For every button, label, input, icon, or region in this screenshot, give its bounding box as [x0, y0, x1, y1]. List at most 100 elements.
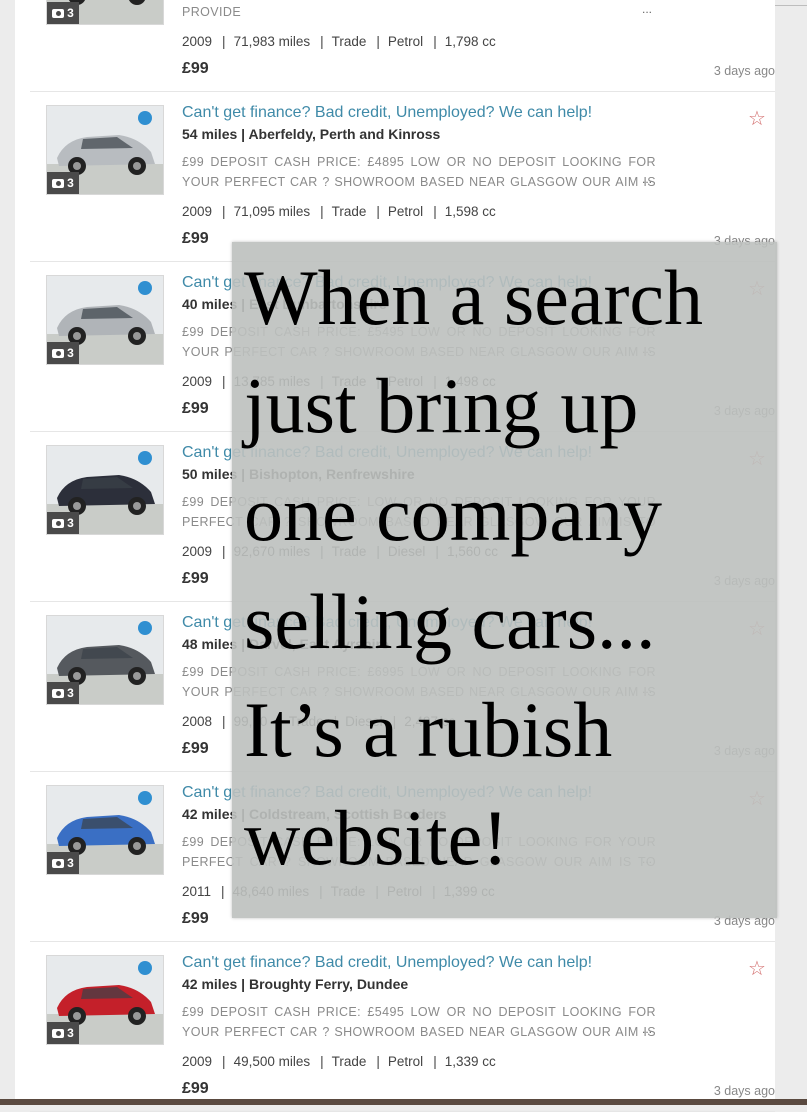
- spec-seller: Trade: [331, 204, 367, 219]
- spec-fuel: Petrol: [387, 1054, 424, 1069]
- spec-separator: |: [376, 204, 380, 219]
- camera-icon: [52, 348, 65, 358]
- favourite-star-icon[interactable]: ☆: [748, 956, 766, 981]
- photo-count-badge: 3: [47, 342, 79, 364]
- car-thumbnail[interactable]: 3: [46, 275, 164, 365]
- spec-separator: |: [376, 1054, 380, 1069]
- more-ellipsis: ...: [642, 2, 653, 16]
- listing-location: 42 miles | Broughty Ferry, Dundee: [182, 976, 409, 992]
- car-thumbnail[interactable]: 3: [46, 615, 164, 705]
- listing-row[interactable]: 3 PERFECT CAR ? SHOWROOM BASED NEAR GLAS…: [30, 0, 775, 92]
- photo-count-badge: 3: [47, 1022, 79, 1044]
- favourite-star-icon[interactable]: ☆: [748, 106, 766, 131]
- spec-year: 2009: [182, 204, 213, 219]
- camera-icon: [52, 8, 65, 18]
- spec-engine: 1,339 cc: [444, 1054, 496, 1069]
- camera-icon: [52, 178, 65, 188]
- spec-separator: |: [222, 1054, 226, 1069]
- photo-count-badge: 3: [47, 512, 79, 534]
- listing-title-link[interactable]: Can't get finance? Bad credit, Unemploye…: [182, 104, 592, 122]
- spec-separator: |: [221, 884, 225, 899]
- photo-count-badge: 3: [47, 682, 79, 704]
- spec-year: 2009: [182, 544, 213, 559]
- meme-line: When a search: [244, 254, 704, 341]
- spec-year: 2009: [182, 1054, 213, 1069]
- photo-count: 3: [67, 856, 74, 870]
- car-thumbnail[interactable]: 3: [46, 955, 164, 1045]
- listing-specs: 2009 | 71,095 miles | Trade | Petrol | 1,598 cc: [182, 204, 496, 219]
- listing-age: 3 days ago: [713, 1084, 775, 1098]
- spec-seller: Trade: [331, 34, 367, 49]
- meme-overlay: When a search just bring up one company …: [232, 242, 777, 918]
- meme-line: one company: [244, 470, 663, 557]
- photo-count: 3: [67, 1026, 74, 1040]
- photo-count: 3: [67, 516, 74, 530]
- car-thumbnail[interactable]: 3: [46, 0, 164, 25]
- listing-specs: 2009 | 49,500 miles | Trade | Petrol | 1,339 cc: [182, 1054, 496, 1069]
- camera-icon: [52, 688, 65, 698]
- spec-engine: 1,798 cc: [444, 34, 496, 49]
- listing-description: £99 DEPOSIT CASH PRICE: £5495 LOW OR NO …: [182, 1005, 656, 1039]
- listing-price: £99: [182, 570, 209, 587]
- spec-separator: |: [222, 34, 226, 49]
- spec-separator: |: [376, 34, 380, 49]
- photo-count: 3: [67, 686, 74, 700]
- spec-seller: Trade: [331, 1054, 367, 1069]
- photo-count-badge: 3: [47, 172, 79, 194]
- spec-year: 2011: [182, 884, 212, 899]
- scroll-divider: [775, 5, 807, 6]
- spec-separator: |: [433, 204, 437, 219]
- spec-separator: |: [222, 204, 226, 219]
- taskbar-strip: [0, 1099, 807, 1105]
- listing-description: £99 DEPOSIT CASH PRICE: £4895 LOW OR NO …: [182, 155, 656, 189]
- listing-price: £99: [182, 400, 209, 417]
- spec-fuel: Petrol: [387, 204, 424, 219]
- listing-row[interactable]: 3 Can't get finance? Bad credit, Unemplo…: [30, 942, 775, 1112]
- spec-mileage: 49,500 miles: [233, 1054, 311, 1069]
- photo-count: 3: [67, 346, 74, 360]
- spec-separator: |: [320, 34, 324, 49]
- spec-year: 2009: [182, 374, 213, 389]
- listing-location: 54 miles | Aberfeldy, Perth and Kinross: [182, 126, 441, 142]
- listing-price: £99: [182, 230, 209, 247]
- car-thumbnail[interactable]: 3: [46, 105, 164, 195]
- listing-price: £99: [182, 1080, 209, 1097]
- listing-price: £99: [182, 60, 209, 77]
- listing-price: £99: [182, 740, 209, 757]
- spec-separator: |: [222, 714, 226, 729]
- more-ellipsis: ...: [642, 172, 653, 186]
- spec-mileage: 71,983 miles: [233, 34, 311, 49]
- spec-engine: 1,598 cc: [444, 204, 496, 219]
- spec-year: 2008: [182, 714, 213, 729]
- spec-separator: |: [433, 1054, 437, 1069]
- listing-specs: 2009 | 71,983 miles | Trade | Petrol | 1,798 cc: [182, 34, 496, 49]
- camera-icon: [52, 518, 65, 528]
- meme-line: just bring up: [244, 362, 639, 449]
- listing-title-link[interactable]: Can't get finance? Bad credit, Unemploye…: [182, 954, 592, 972]
- spec-year: 2009: [182, 34, 213, 49]
- meme-line: selling cars...: [244, 578, 656, 665]
- photo-count-badge: 3: [47, 852, 79, 874]
- meme-line: website!: [244, 794, 509, 881]
- camera-icon: [52, 858, 65, 868]
- spec-separator: |: [222, 544, 226, 559]
- meme-line: It’s a rubish: [244, 686, 613, 773]
- listing-age: 3 days ago: [713, 64, 775, 78]
- meme-text: When a search just bring up one company …: [244, 244, 784, 892]
- listing-description: PERFECT CAR ? SHOWROOM BASED NEAR GLASGO…: [182, 5, 242, 19]
- spec-fuel: Petrol: [387, 34, 424, 49]
- listing-row[interactable]: 3 Can't get finance? Bad credit, Unemplo…: [30, 92, 775, 262]
- listing-price: £99: [182, 910, 209, 927]
- camera-icon: [52, 1028, 65, 1038]
- spec-mileage: 71,095 miles: [233, 204, 311, 219]
- photo-count: 3: [67, 6, 74, 20]
- photo-count-badge: 3: [47, 2, 79, 24]
- spec-separator: |: [222, 374, 226, 389]
- spec-separator: |: [320, 1054, 324, 1069]
- photo-count: 3: [67, 176, 74, 190]
- spec-separator: |: [320, 204, 324, 219]
- more-ellipsis: ...: [642, 1022, 653, 1036]
- car-thumbnail[interactable]: 3: [46, 785, 164, 875]
- spec-separator: |: [433, 34, 437, 49]
- car-thumbnail[interactable]: 3: [46, 445, 164, 535]
